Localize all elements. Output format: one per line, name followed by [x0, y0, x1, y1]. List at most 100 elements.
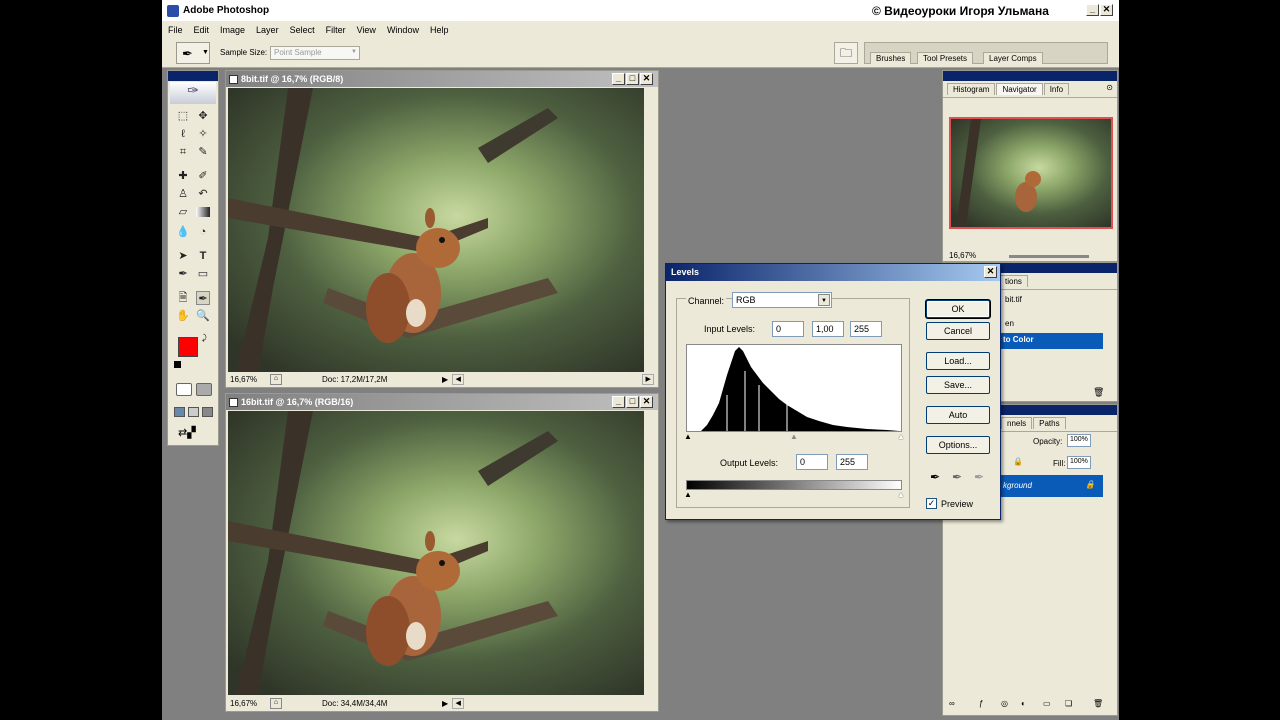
gray-point-eyedropper-icon[interactable]: ✒: [952, 470, 962, 484]
status-menu-icon[interactable]: ⌂: [270, 698, 282, 709]
lasso-tool-icon[interactable]: ℓ: [176, 127, 190, 141]
doc-maximize-button[interactable]: □: [626, 396, 639, 408]
hand-tool-icon[interactable]: ✋: [176, 309, 190, 323]
tab-navigator[interactable]: Navigator: [996, 83, 1043, 95]
path-selection-icon[interactable]: ➤: [176, 249, 190, 263]
input-black-slider[interactable]: ▲: [684, 432, 692, 441]
channel-select[interactable]: RGB ▼: [732, 292, 832, 308]
eyedropper-tool-icon[interactable]: ✒: [196, 291, 210, 305]
file-browser-button[interactable]: 🗀: [834, 42, 858, 64]
dodge-tool-icon[interactable]: ◔: [196, 225, 210, 239]
document-titlebar[interactable]: 8bit.tif @ 16,7% (RGB/8) _ □ ✕: [226, 71, 658, 87]
menu-select[interactable]: Select: [290, 25, 315, 35]
input-white-slider[interactable]: ▲: [897, 432, 905, 441]
menu-layer[interactable]: Layer: [256, 25, 279, 35]
navigator-thumbnail[interactable]: [949, 117, 1113, 229]
link-layers-icon[interactable]: ∞: [949, 699, 955, 708]
healing-brush-icon[interactable]: ✚: [176, 169, 190, 183]
input-gamma-slider[interactable]: ▲: [790, 432, 798, 441]
swap-colors-icon[interactable]: ⤸: [202, 333, 207, 343]
output-black-slider[interactable]: ▲: [684, 490, 692, 499]
status-arrow-icon[interactable]: ▶: [442, 699, 448, 708]
zoom-field[interactable]: 16,67%: [230, 699, 266, 708]
tab-info[interactable]: Info: [1043, 83, 1070, 95]
opacity-field[interactable]: 100%: [1067, 434, 1091, 447]
blur-tool-icon[interactable]: 💧: [176, 225, 190, 239]
screen-mode-standard-icon[interactable]: [174, 407, 185, 417]
cancel-button[interactable]: Cancel: [926, 322, 990, 340]
status-arrow-icon[interactable]: ▶: [442, 375, 448, 384]
menu-file[interactable]: File: [168, 25, 183, 35]
doc-minimize-button[interactable]: _: [612, 396, 625, 408]
marquee-tool-icon[interactable]: ⬚: [176, 109, 190, 123]
history-brush-icon[interactable]: ↶: [196, 187, 210, 201]
input-gamma-field[interactable]: 1,00: [812, 321, 844, 337]
adjustment-layer-icon[interactable]: ◐: [1021, 699, 1026, 708]
toolbox-titlebar[interactable]: [168, 71, 218, 81]
default-colors-icon[interactable]: [174, 361, 181, 368]
notes-tool-icon[interactable]: 🗎: [176, 291, 190, 305]
tab-paths[interactable]: Paths: [1033, 417, 1066, 429]
history-snapshot[interactable]: bit.tif: [1005, 295, 1022, 304]
tab-histogram[interactable]: Histogram: [947, 83, 996, 95]
navigator-zoom-slider[interactable]: [1009, 255, 1089, 258]
new-layer-icon[interactable]: ❏: [1065, 699, 1072, 708]
zoom-tool-icon[interactable]: 🔍: [196, 309, 210, 323]
panel-menu-icon[interactable]: ⊙: [1106, 83, 1113, 95]
output-white-slider[interactable]: ▲: [897, 490, 905, 499]
scroll-right-button[interactable]: ▶: [642, 374, 655, 385]
screen-mode-full-icon[interactable]: [202, 407, 213, 417]
shape-tool-icon[interactable]: ▭: [196, 267, 210, 281]
history-item-open[interactable]: en: [1005, 319, 1014, 328]
menu-edit[interactable]: Edit: [194, 25, 210, 35]
squirrel-photo-16bit[interactable]: [228, 411, 644, 695]
layer-row-background[interactable]: kground 🔒: [999, 475, 1103, 497]
delete-layer-icon[interactable]: 🗑: [1093, 699, 1103, 708]
doc-close-button[interactable]: ✕: [640, 396, 653, 408]
foreground-color-swatch[interactable]: [178, 337, 198, 357]
gradient-tool-icon[interactable]: [196, 207, 210, 217]
well-tab-layer-comps[interactable]: Layer Comps: [983, 52, 1043, 64]
layer-mask-icon[interactable]: ◎: [1001, 699, 1008, 708]
magic-wand-tool-icon[interactable]: ✧: [196, 127, 210, 141]
standard-mode-icon[interactable]: [176, 383, 192, 396]
zoom-field[interactable]: 16,67%: [230, 375, 266, 384]
output-black-field[interactable]: 0: [796, 454, 828, 470]
doc-close-button[interactable]: ✕: [640, 73, 653, 85]
navigator-zoom-field[interactable]: 16,67%: [949, 251, 976, 260]
well-tab-tool-presets[interactable]: Tool Presets: [917, 52, 974, 64]
layer-style-icon[interactable]: ƒ: [979, 699, 983, 708]
doc-minimize-button[interactable]: _: [612, 73, 625, 85]
title-minimize-button[interactable]: _: [1086, 4, 1099, 16]
menu-image[interactable]: Image: [220, 25, 245, 35]
move-tool-icon[interactable]: ✥: [196, 109, 210, 123]
scroll-left-button[interactable]: ◀: [452, 374, 465, 385]
status-menu-icon[interactable]: ⌂: [270, 374, 282, 385]
sample-size-select[interactable]: Point Sample ▼: [270, 46, 360, 60]
ok-button[interactable]: OK: [926, 300, 990, 318]
input-white-field[interactable]: 255: [850, 321, 882, 337]
slice-tool-icon[interactable]: ✎: [196, 145, 210, 159]
doc-maximize-button[interactable]: □: [626, 73, 639, 85]
menu-filter[interactable]: Filter: [326, 25, 346, 35]
lock-icon[interactable]: 🔒: [1013, 457, 1023, 466]
quickmask-mode-icon[interactable]: [196, 383, 212, 396]
black-point-eyedropper-icon[interactable]: ✒: [930, 470, 940, 484]
options-button[interactable]: Options...: [926, 436, 990, 454]
scroll-left-button[interactable]: ◀: [452, 698, 465, 709]
document-titlebar[interactable]: 16bit.tif @ 16,7% (RGB/16) _ □ ✕: [226, 394, 658, 410]
clone-stamp-icon[interactable]: ♙: [176, 187, 190, 201]
load-button[interactable]: Load...: [926, 352, 990, 370]
tab-channels-partial[interactable]: nnels: [1001, 417, 1033, 429]
navigator-panel-titlebar[interactable]: [943, 71, 1117, 81]
squirrel-photo-8bit[interactable]: [228, 88, 644, 372]
levels-close-button[interactable]: ✕: [984, 266, 997, 278]
brush-tool-icon[interactable]: ✐: [196, 169, 210, 183]
menu-view[interactable]: View: [357, 25, 376, 35]
history-trash-icon[interactable]: 🗑: [1093, 387, 1104, 398]
jump-to-imageready-icon[interactable]: ⇄▞: [178, 426, 210, 440]
menu-help[interactable]: Help: [430, 25, 449, 35]
tool-preset-picker[interactable]: ✒ ▼: [176, 42, 210, 64]
white-point-eyedropper-icon[interactable]: ✒: [974, 470, 984, 484]
type-tool-icon[interactable]: T: [196, 249, 210, 263]
